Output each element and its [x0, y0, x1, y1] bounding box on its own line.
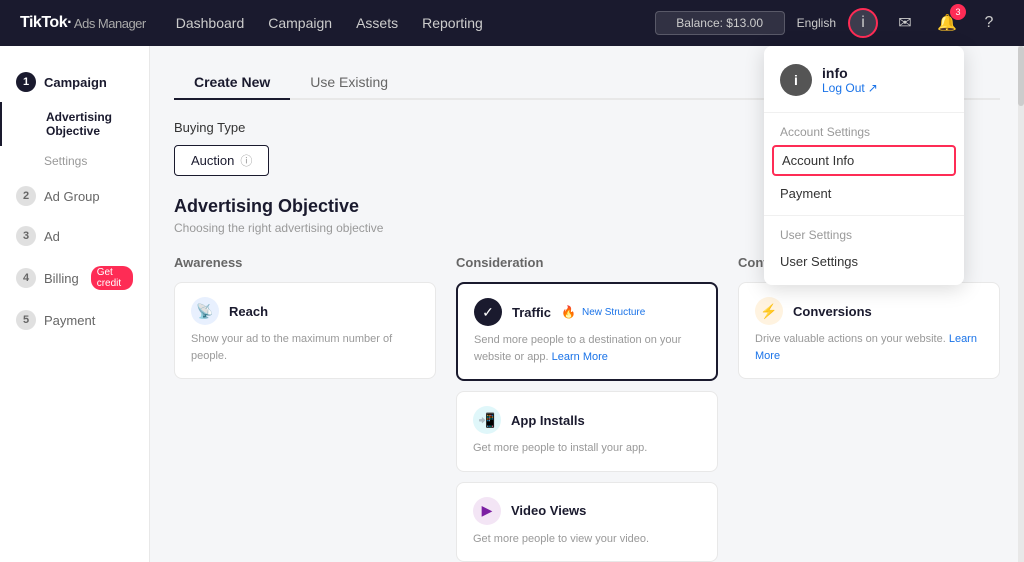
logout-label: Log Out [822, 81, 865, 95]
conversions-name: Conversions [793, 304, 872, 319]
app-installs-card[interactable]: 📲 App Installs Get more people to instal… [456, 391, 718, 472]
consideration-title: Consideration [456, 255, 718, 270]
sidebar-sub-advertising-objective[interactable]: Advertising Objective [0, 102, 149, 146]
step-1-number: 1 [16, 72, 36, 92]
auction-button[interactable]: Auction ⓘ [174, 145, 269, 176]
help-icon: ? [985, 14, 994, 32]
notification-badge: 3 [950, 4, 966, 20]
topnav-links: Dashboard Campaign Assets Reporting [176, 11, 655, 35]
sidebar-item-campaign[interactable]: 1 Campaign [0, 62, 149, 102]
dropdown-avatar: i [780, 64, 812, 96]
reach-card-header: 📡 Reach [191, 297, 419, 325]
reach-desc: Show your ad to the maximum number of pe… [191, 331, 419, 364]
sidebar-item-ad[interactable]: 3 Ad [0, 216, 149, 256]
tab-create-new[interactable]: Create New [174, 66, 290, 100]
traffic-desc: Send more people to a destination on you… [474, 332, 700, 365]
scrollbar-thumb[interactable] [1018, 46, 1024, 106]
topnav-right: Balance: $13.00 English i ✉ 🔔 3 ? [655, 8, 1004, 38]
app-installs-header: 📲 App Installs [473, 406, 701, 434]
video-views-icon: ▶ [473, 497, 501, 525]
auction-label: Auction [191, 153, 234, 168]
video-views-desc: Get more people to view your video. [473, 531, 701, 548]
objective-columns: Awareness 📡 Reach Show your ad to the ma… [174, 255, 1000, 562]
account-info-item[interactable]: Account Info [772, 145, 956, 176]
dropdown-user-info: info Log Out ↗ [822, 65, 878, 95]
app-installs-icon: 📲 [473, 406, 501, 434]
user-dropdown: i info Log Out ↗ Account Settings Accoun… [764, 46, 964, 285]
traffic-card-header: ✓ Traffic 🔥 New Structure [474, 298, 700, 326]
sidebar-label-campaign: Campaign [44, 75, 107, 90]
bell-button[interactable]: 🔔 3 [932, 8, 962, 38]
sidebar-label-ad: Ad [44, 229, 60, 244]
billing-credit-badge: Get credit [91, 266, 133, 290]
nav-link-campaign[interactable]: Campaign [268, 11, 332, 35]
step-4-number: 4 [16, 268, 36, 288]
traffic-icon: ✓ [474, 298, 502, 326]
conversions-learn-more[interactable]: Learn More [755, 333, 977, 362]
dropdown-divider-1 [764, 112, 964, 113]
info-icon: ⓘ [240, 152, 252, 169]
sidebar: 1 Campaign Advertising Objective Setting… [0, 46, 150, 562]
traffic-card[interactable]: ✓ Traffic 🔥 New Structure Send more peop… [456, 282, 718, 381]
awareness-title: Awareness [174, 255, 436, 270]
app-logo: TikTok·Ads Manager [20, 14, 146, 32]
mail-icon: ✉ [898, 13, 911, 33]
tab-use-existing[interactable]: Use Existing [290, 66, 408, 100]
video-views-header: ▶ Video Views [473, 497, 701, 525]
logo-ads: Ads Manager [74, 16, 146, 31]
scrollbar-track [1018, 46, 1024, 562]
logo-tiktok: TikTok [20, 14, 67, 32]
nav-link-assets[interactable]: Assets [356, 11, 398, 35]
step-5-number: 5 [16, 310, 36, 330]
account-settings-title: Account Settings [764, 119, 964, 143]
awareness-column: Awareness 📡 Reach Show your ad to the ma… [174, 255, 436, 562]
traffic-new-badge: New Structure [582, 307, 645, 318]
nav-link-reporting[interactable]: Reporting [422, 11, 483, 35]
reach-name: Reach [229, 304, 268, 319]
nav-link-dashboard[interactable]: Dashboard [176, 11, 245, 35]
logout-button[interactable]: Log Out ↗ [822, 81, 878, 95]
traffic-learn-more[interactable]: Learn More [552, 351, 608, 363]
conversions-card[interactable]: ⚡ Conversions Drive valuable actions on … [738, 282, 1000, 379]
topnav: TikTok·Ads Manager Dashboard Campaign As… [0, 0, 1024, 46]
reach-icon: 📡 [191, 297, 219, 325]
sidebar-item-billing[interactable]: 4 Billing Get credit [0, 256, 149, 300]
user-settings-item[interactable]: User Settings [764, 246, 964, 277]
traffic-name: Traffic 🔥 New Structure [512, 305, 645, 320]
conversions-desc: Drive valuable actions on your website. … [755, 331, 983, 364]
language-selector[interactable]: English [797, 16, 836, 30]
reach-card[interactable]: 📡 Reach Show your ad to the maximum numb… [174, 282, 436, 379]
payment-item[interactable]: Payment [764, 178, 964, 209]
app-installs-desc: Get more people to install your app. [473, 440, 701, 457]
sidebar-label-payment: Payment [44, 313, 95, 328]
dropdown-user-name: info [822, 65, 878, 81]
conversions-icon: ⚡ [755, 297, 783, 325]
user-initial: i [861, 14, 865, 32]
user-avatar-button[interactable]: i [848, 8, 878, 38]
video-views-card[interactable]: ▶ Video Views Get more people to view yo… [456, 482, 718, 562]
user-settings-title: User Settings [764, 222, 964, 246]
conversions-header: ⚡ Conversions [755, 297, 983, 325]
step-3-number: 3 [16, 226, 36, 246]
sidebar-label-billing: Billing [44, 271, 79, 286]
sidebar-item-payment[interactable]: 5 Payment [0, 300, 149, 340]
logout-arrow-icon: ↗ [868, 81, 878, 95]
sidebar-sub-settings[interactable]: Settings [0, 146, 149, 176]
sidebar-item-adgroup[interactable]: 2 Ad Group [0, 176, 149, 216]
logo-dot: · [67, 14, 72, 32]
balance-button[interactable]: Balance: $13.00 [655, 11, 785, 35]
notifications-button[interactable]: ✉ [890, 8, 920, 38]
conversion-column: Conversion ⚡ Conversions Drive valuable … [738, 255, 1000, 562]
dropdown-divider-2 [764, 215, 964, 216]
help-button[interactable]: ? [974, 8, 1004, 38]
video-views-name: Video Views [511, 503, 586, 518]
step-2-number: 2 [16, 186, 36, 206]
consideration-column: Consideration ✓ Traffic 🔥 New Structure … [456, 255, 718, 562]
app-installs-name: App Installs [511, 413, 585, 428]
sidebar-label-adgroup: Ad Group [44, 189, 100, 204]
dropdown-header: i info Log Out ↗ [764, 54, 964, 106]
